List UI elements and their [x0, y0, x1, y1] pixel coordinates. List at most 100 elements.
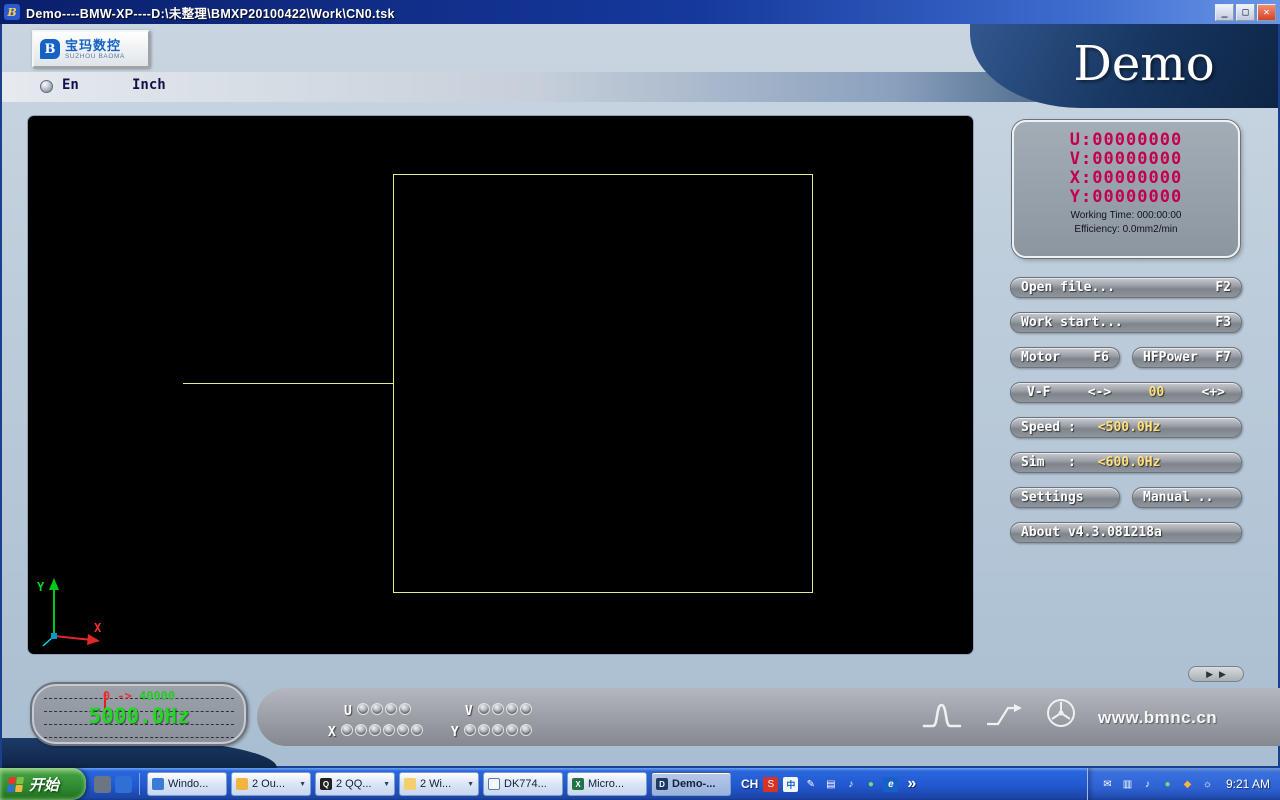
quick-launch-separator	[139, 773, 140, 795]
taskbar: 开始 Windo... 2 Ou... ▼ Q 2 QQ... ▼	[0, 768, 1280, 800]
maximize-button[interactable]: □	[1236, 4, 1255, 21]
gauge-dial-icon[interactable]	[1044, 696, 1078, 730]
limit-led-icon	[357, 703, 369, 715]
quick-launch-browser-icon[interactable]	[115, 776, 132, 793]
ie-icon[interactable]: e	[883, 777, 898, 792]
pager-next-icon[interactable]: ▶	[1206, 669, 1213, 680]
toolpath-rectangle	[393, 174, 813, 593]
limit-led-icon	[385, 703, 397, 715]
vf-decrease-button[interactable]: <->	[1088, 385, 1111, 400]
task-button-windows[interactable]: Windo...	[147, 772, 227, 796]
indicator-group-y: Y	[451, 723, 534, 741]
working-time: Working Time: 000:00:00	[1014, 210, 1238, 221]
document-icon: ≡	[488, 778, 500, 790]
task-buttons: Windo... 2 Ou... ▼ Q 2 QQ... ▼ 2 Wi... ▼…	[147, 772, 731, 796]
gauge-gridline	[44, 737, 234, 738]
keyboard-icon[interactable]: ▤	[823, 777, 838, 792]
task-button-qq-group[interactable]: Q 2 QQ... ▼	[315, 772, 395, 796]
motor-button[interactable]: MotorF6	[1010, 347, 1120, 368]
toolpath-leadin-line	[183, 383, 394, 384]
drawing-canvas[interactable]: Y X	[27, 115, 974, 655]
limit-indicators-row1: U V	[344, 702, 534, 720]
manual-button[interactable]: Manual ..	[1132, 487, 1242, 508]
sound-icon[interactable]: ♪	[843, 777, 858, 792]
start-button[interactable]: 开始	[0, 768, 86, 800]
scheduler-tray-icon[interactable]: ☼	[1200, 777, 1215, 792]
minimize-button[interactable]: _	[1215, 4, 1234, 21]
app-icon: B	[4, 4, 20, 20]
overflow-chevron-icon[interactable]: »	[907, 775, 916, 793]
ime-icon[interactable]: 中	[783, 777, 798, 792]
quick-launch	[94, 773, 143, 795]
svg-text:X: X	[94, 621, 102, 635]
desktop: B Demo----BMW-XP----D:\未整理\BMXP20100422\…	[0, 0, 1280, 800]
limit-led-icon	[520, 724, 532, 736]
taskbar-clock[interactable]: 9:21 AM	[1226, 777, 1270, 791]
vf-value: 00	[1149, 385, 1165, 400]
language-toggle[interactable]: En	[62, 77, 79, 93]
window-titlebar[interactable]: B Demo----BMW-XP----D:\未整理\BMXP20100422\…	[0, 0, 1280, 24]
sogou-icon[interactable]: S	[763, 777, 778, 792]
limit-led-icon	[399, 703, 411, 715]
folder-icon	[404, 778, 416, 790]
limit-led-icon	[369, 724, 381, 736]
outlook-icon	[236, 778, 248, 790]
language-radio-icon[interactable]	[40, 80, 53, 93]
task-button-windows-group[interactable]: 2 Wi... ▼	[399, 772, 479, 796]
settings-button[interactable]: Settings	[1010, 487, 1120, 508]
panel-pager[interactable]: ▶ ▶	[1188, 666, 1244, 682]
about-button[interactable]: About v4.3.081218a	[1010, 522, 1242, 543]
hfpower-button[interactable]: HFPowerF7	[1132, 347, 1242, 368]
qq-icon: Q	[320, 778, 332, 790]
task-button-dk774[interactable]: ≡ DK774...	[483, 772, 563, 796]
task-button-excel[interactable]: X Micro...	[567, 772, 647, 796]
gauge-range: 0 -> 40000	[32, 689, 246, 703]
dro-axis-v: V:00000000	[1014, 150, 1238, 169]
frequency-gauge: 0 -> 40000 5000.0Hz	[30, 682, 248, 746]
brand-title: Demo	[1033, 36, 1214, 96]
pen-icon[interactable]: ✎	[803, 777, 818, 792]
open-file-button[interactable]: Open file...F2	[1010, 277, 1242, 298]
mail-tray-icon[interactable]: ✉	[1100, 777, 1115, 792]
units-toggle[interactable]: Inch	[132, 77, 166, 93]
usb-tray-icon[interactable]: ◆	[1180, 777, 1195, 792]
task-button-outlook-group[interactable]: 2 Ou... ▼	[231, 772, 311, 796]
limit-led-icon	[464, 724, 476, 736]
pulse-waveform-icon[interactable]	[922, 700, 962, 730]
excel-icon: X	[572, 778, 584, 790]
vf-label: V-F	[1027, 385, 1050, 400]
indicator-group-x: X	[328, 723, 425, 741]
work-start-button[interactable]: Work start...F3	[1010, 312, 1242, 333]
close-button[interactable]: ✕	[1257, 4, 1276, 21]
volume-tray-icon[interactable]: ♪	[1140, 777, 1155, 792]
vf-increase-button[interactable]: <+>	[1202, 385, 1225, 400]
limit-led-icon	[506, 724, 518, 736]
logo-subtitle: SUZHOU BAOMA	[65, 53, 125, 60]
group-arrow-icon: ▼	[383, 781, 390, 788]
safety-tray-icon[interactable]: ●	[1160, 777, 1175, 792]
app-window: Demo B 宝玛数控 SUZHOU BAOMA En Inch Y X	[0, 24, 1280, 768]
task-button-demo[interactable]: D Demo-...	[651, 772, 731, 796]
vf-control[interactable]: V-F <-> 00 <+>	[1010, 382, 1242, 403]
website-link[interactable]: www.bmnc.cn	[1098, 708, 1217, 728]
baoma-logo-button[interactable]: B 宝玛数控 SUZHOU BAOMA	[32, 30, 150, 68]
dro-axis-x: X:00000000	[1014, 169, 1238, 188]
limit-indicators-row2: X Y	[328, 723, 534, 741]
status-dot-icon[interactable]: ●	[863, 777, 878, 792]
transfer-path-icon[interactable]	[984, 702, 1024, 730]
window-controls: _ □ ✕	[1215, 4, 1276, 21]
display-tray-icon[interactable]: ▥	[1120, 777, 1135, 792]
pager-last-icon[interactable]: ▶	[1219, 669, 1226, 680]
quick-launch-desktop-icon[interactable]	[94, 776, 111, 793]
group-arrow-icon: ▼	[467, 781, 474, 788]
language-indicator[interactable]: CH	[741, 777, 758, 791]
sim-button[interactable]: Sim :<600.0Hz	[1010, 452, 1242, 473]
window-title: Demo----BMW-XP----D:\未整理\BMXP20100422\Wo…	[26, 3, 395, 22]
limit-led-icon	[355, 724, 367, 736]
limit-led-icon	[383, 724, 395, 736]
axes-icon: Y X	[34, 576, 118, 648]
media-player-icon	[152, 778, 164, 790]
indicator-group-u: U	[344, 702, 413, 720]
indicator-group-v: V	[465, 702, 534, 720]
speed-button[interactable]: Speed :<500.0Hz	[1010, 417, 1242, 438]
